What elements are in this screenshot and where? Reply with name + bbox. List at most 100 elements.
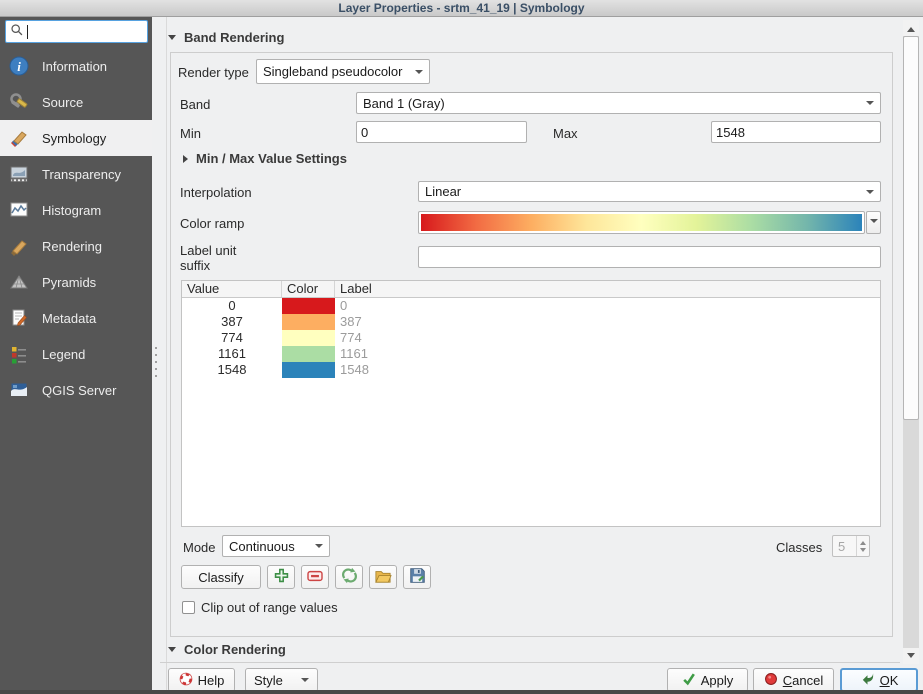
minus-icon bbox=[306, 569, 324, 586]
window-titlebar[interactable]: Layer Properties - srtm_41_19 | Symbolog… bbox=[0, 0, 923, 17]
sidebar-item-label: QGIS Server bbox=[42, 383, 116, 398]
table-row[interactable]: 0 0 bbox=[182, 298, 880, 314]
color-swatch[interactable] bbox=[282, 330, 335, 346]
cell-value[interactable]: 387 bbox=[182, 314, 282, 330]
legend-icon bbox=[8, 343, 30, 365]
cell-value[interactable]: 1548 bbox=[182, 362, 282, 378]
collapse-arrow-icon bbox=[168, 35, 176, 40]
label-unit-suffix-input[interactable] bbox=[418, 246, 881, 268]
save-file-button[interactable] bbox=[403, 565, 431, 589]
clip-out-of-range-label: Clip out of range values bbox=[201, 600, 338, 615]
sidebar-item-label: Transparency bbox=[42, 167, 121, 182]
sidebar-item-label: Legend bbox=[42, 347, 85, 362]
band-label: Band bbox=[180, 97, 210, 112]
band-combo[interactable]: Band 1 (Gray) bbox=[356, 92, 881, 114]
collapse-arrow-icon bbox=[183, 155, 188, 163]
table-row[interactable]: 1548 1548 bbox=[182, 362, 880, 378]
table-row[interactable]: 774 774 bbox=[182, 330, 880, 346]
sidebar-item-transparency[interactable]: Transparency bbox=[0, 156, 152, 192]
window-bottom-edge bbox=[0, 690, 923, 694]
window-title: Layer Properties - srtm_41_19 | Symbolog… bbox=[338, 1, 584, 15]
search-icon bbox=[10, 23, 24, 40]
column-header-color[interactable]: Color bbox=[282, 281, 335, 297]
add-entry-button[interactable] bbox=[267, 565, 295, 589]
sidebar-item-rendering[interactable]: Rendering bbox=[0, 228, 152, 264]
cancel-stop-icon bbox=[764, 672, 778, 689]
column-header-label[interactable]: Label bbox=[335, 281, 880, 297]
color-swatch[interactable] bbox=[282, 314, 335, 330]
sidebar-search[interactable] bbox=[5, 20, 148, 43]
cell-label[interactable]: 1161 bbox=[335, 346, 880, 362]
sidebar-item-metadata[interactable]: Metadata bbox=[0, 300, 152, 336]
pyramids-icon bbox=[8, 271, 30, 293]
scroll-up-button[interactable] bbox=[903, 20, 919, 36]
table-row[interactable]: 1161 1161 bbox=[182, 346, 880, 362]
cell-label[interactable]: 387 bbox=[335, 314, 880, 330]
min-input[interactable] bbox=[356, 121, 527, 143]
ok-button[interactable]: OK bbox=[840, 668, 918, 692]
chevron-down-icon bbox=[301, 678, 309, 686]
render-type-combo[interactable]: Singleband pseudocolor bbox=[256, 59, 430, 84]
sidebar-item-source[interactable]: Source bbox=[0, 84, 152, 120]
vertical-scrollbar[interactable] bbox=[903, 20, 919, 664]
transparency-icon bbox=[8, 163, 30, 185]
style-button[interactable]: Style bbox=[245, 668, 318, 692]
scroll-down-button[interactable] bbox=[903, 648, 919, 664]
open-file-button[interactable] bbox=[369, 565, 397, 589]
apply-check-icon bbox=[682, 672, 696, 689]
column-header-value[interactable]: Value bbox=[182, 281, 282, 297]
load-ramp-button[interactable] bbox=[335, 565, 363, 589]
panel-separator bbox=[166, 17, 167, 690]
mode-label: Mode bbox=[183, 540, 216, 555]
folder-icon bbox=[374, 568, 392, 587]
color-swatch[interactable] bbox=[282, 362, 335, 378]
cancel-button[interactable]: Cancel bbox=[753, 668, 834, 692]
color-swatch[interactable] bbox=[282, 298, 335, 314]
min-label: Min bbox=[180, 126, 201, 141]
scrollbar-thumb[interactable] bbox=[903, 36, 919, 420]
sidebar-item-pyramids[interactable]: Pyramids bbox=[0, 264, 152, 300]
color-ramp-dropdown-button[interactable] bbox=[866, 211, 881, 234]
cell-value[interactable]: 0 bbox=[182, 298, 282, 314]
interpolation-combo[interactable]: Linear bbox=[418, 181, 881, 202]
chevron-down-icon bbox=[315, 544, 323, 552]
max-input[interactable] bbox=[711, 121, 881, 143]
minmax-settings-header[interactable]: Min / Max Value Settings bbox=[183, 151, 347, 166]
classification-table[interactable]: Value Color Label 0 0 387 387 774 774 11… bbox=[181, 280, 881, 527]
sidebar-item-label: Rendering bbox=[42, 239, 102, 254]
table-row[interactable]: 387 387 bbox=[182, 314, 880, 330]
remove-entry-button[interactable] bbox=[301, 565, 329, 589]
classify-button[interactable]: Classify bbox=[181, 565, 261, 589]
sidebar-search-input[interactable] bbox=[31, 24, 143, 39]
help-button[interactable]: Help bbox=[168, 668, 235, 692]
sidebar-item-histogram[interactable]: Histogram bbox=[0, 192, 152, 228]
chevron-down-icon bbox=[866, 101, 874, 109]
cell-label[interactable]: 1548 bbox=[335, 362, 880, 378]
cell-value[interactable]: 774 bbox=[182, 330, 282, 346]
classes-spinner[interactable]: 5 bbox=[832, 535, 870, 557]
cell-label[interactable]: 774 bbox=[335, 330, 880, 346]
sidebar-item-symbology[interactable]: Symbology bbox=[0, 120, 152, 156]
max-label: Max bbox=[553, 126, 578, 141]
sidebar-item-information[interactable]: i Information bbox=[0, 48, 152, 84]
clip-out-of-range-checkbox[interactable] bbox=[182, 601, 195, 614]
cell-value[interactable]: 1161 bbox=[182, 346, 282, 362]
scroll-down-icon bbox=[907, 653, 915, 662]
color-swatch[interactable] bbox=[282, 346, 335, 362]
symbology-icon bbox=[8, 127, 30, 149]
band-rendering-header[interactable]: Band Rendering bbox=[168, 30, 284, 45]
color-rendering-header[interactable]: Color Rendering bbox=[168, 642, 286, 657]
sidebar-nav: i Information Source Symbology bbox=[0, 48, 152, 408]
splitter-handle[interactable] bbox=[154, 347, 157, 381]
sidebar-item-legend[interactable]: Legend bbox=[0, 336, 152, 372]
interpolation-value: Linear bbox=[425, 184, 461, 199]
sidebar-item-label: Information bbox=[42, 59, 107, 74]
scroll-up-icon bbox=[907, 23, 915, 32]
cell-label[interactable]: 0 bbox=[335, 298, 880, 314]
text-caret bbox=[27, 25, 28, 39]
sidebar-item-qgis-server[interactable]: QGIS Server bbox=[0, 372, 152, 408]
table-header: Value Color Label bbox=[182, 281, 880, 298]
mode-combo[interactable]: Continuous bbox=[222, 535, 330, 557]
color-ramp-button[interactable] bbox=[418, 211, 865, 234]
apply-button[interactable]: Apply bbox=[667, 668, 748, 692]
